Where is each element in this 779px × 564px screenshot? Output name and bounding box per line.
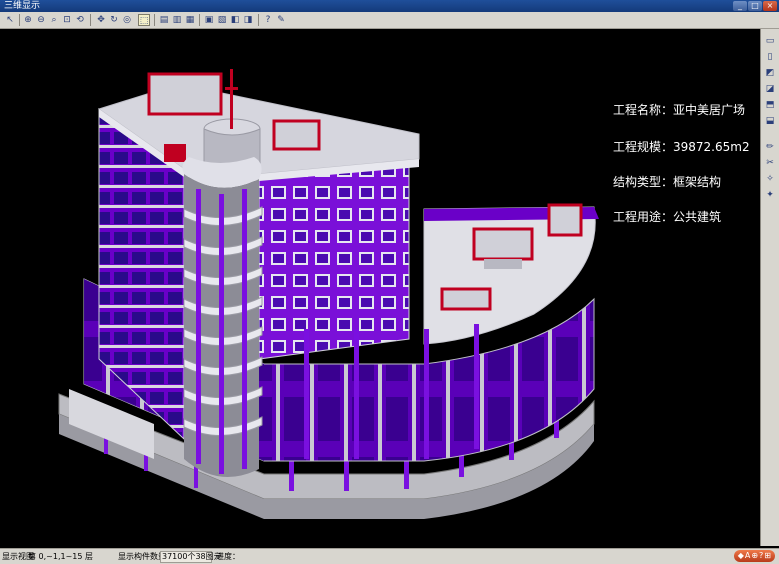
structure-type: 结构类型：框架结构 xyxy=(613,175,722,189)
tray-ime-icon[interactable]: A xyxy=(745,550,750,562)
rotate-icon[interactable]: ↻ xyxy=(108,14,120,26)
section-icon[interactable]: ✂ xyxy=(764,157,776,169)
top-view-icon[interactable]: ▦ xyxy=(184,14,196,26)
vertical-toolbar: ▭ ▯ ◩ ◪ ⬒ ⬓ ✏ ✂ ✧ ✦ xyxy=(760,29,779,546)
clip-icon[interactable]: ✧ xyxy=(764,173,776,185)
element-count: 37100个38图元 xyxy=(162,552,222,561)
layer-icon[interactable]: ▣ xyxy=(203,14,215,26)
project-name: 工程名称：亚中美居广场 xyxy=(613,103,746,117)
properties-icon[interactable]: ▧ xyxy=(216,14,228,26)
maximize-button[interactable]: □ xyxy=(748,1,762,11)
select-icon[interactable]: ⬚ xyxy=(138,14,150,26)
view-bottom-icon[interactable]: ⬓ xyxy=(764,115,776,127)
zoom-in-icon[interactable]: ⊕ xyxy=(22,14,34,26)
pan-icon[interactable]: ✥ xyxy=(95,14,107,26)
zoom-out-icon[interactable]: ⊖ xyxy=(35,14,47,26)
side-view-icon[interactable]: ▥ xyxy=(171,14,183,26)
tray-keyboard-icon[interactable]: ⊞ xyxy=(764,550,771,562)
window-controls: _ □ × xyxy=(733,1,777,11)
project-usage: 工程用途：公共建筑 xyxy=(613,210,722,224)
progress-label: 进度： xyxy=(216,552,240,561)
toolbar-separator xyxy=(19,14,20,26)
system-tray: ◆ A ⊕ ? ⊞ xyxy=(733,550,775,562)
settings-icon[interactable]: ✎ xyxy=(275,14,287,26)
toolbar: ↖ ⊕ ⊖ ⌕ ⊡ ⟲ ✥ ↻ ◎ ⬚ ▤ ▥ ▦ ▣ ▧ ◧ ◨ ? ✎ xyxy=(0,12,779,29)
tray-logo-icon[interactable]: ◆ xyxy=(738,550,744,562)
help-icon[interactable]: ? xyxy=(262,14,274,26)
floor-range: 第 0,~1,1~15 层 xyxy=(28,552,94,561)
tray-globe-icon[interactable]: ⊕ xyxy=(751,550,758,562)
cursor-icon[interactable]: ↖ xyxy=(4,14,16,26)
toolbar-separator xyxy=(154,14,155,26)
shade-icon[interactable]: ◨ xyxy=(242,14,254,26)
toolbar-separator xyxy=(258,14,259,26)
view-right-icon[interactable]: ◪ xyxy=(764,83,776,95)
render-icon[interactable]: ◧ xyxy=(229,14,241,26)
zoom-previous-icon[interactable]: ⟲ xyxy=(74,14,86,26)
front-view-icon[interactable]: ▤ xyxy=(158,14,170,26)
toolbar-separator xyxy=(90,14,91,26)
tray-help-icon[interactable]: ? xyxy=(759,550,763,562)
view-top-icon[interactable]: ⬒ xyxy=(764,99,776,111)
light-icon[interactable]: ✦ xyxy=(764,189,776,201)
orbit-icon[interactable]: ◎ xyxy=(121,14,133,26)
measure-icon[interactable]: ✏ xyxy=(764,141,776,153)
project-scale: 工程规模：39872.65m2 xyxy=(613,140,750,154)
view-left-icon[interactable]: ◩ xyxy=(764,67,776,79)
minimize-button[interactable]: _ xyxy=(733,1,747,11)
window-title: 三维显示 xyxy=(4,1,41,11)
toolbar-separator xyxy=(199,14,200,26)
view-back-icon[interactable]: ▯ xyxy=(764,51,776,63)
status-bar: 显示视图 第 0,~1,1~15 层 显示构件数量： 37100个38图元 进度… xyxy=(0,548,779,564)
zoom-window-icon[interactable]: ⊡ xyxy=(61,14,73,26)
close-button[interactable]: × xyxy=(763,1,777,11)
title-bar: 三维显示 _ □ × xyxy=(0,0,779,12)
zoom-extent-icon[interactable]: ⌕ xyxy=(48,14,60,26)
view-front-icon[interactable]: ▭ xyxy=(764,35,776,47)
